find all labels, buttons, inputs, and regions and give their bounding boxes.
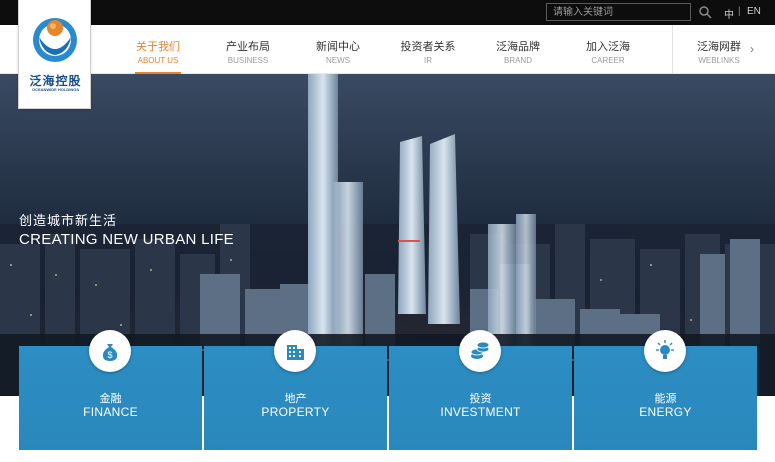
lang-separator: | (738, 6, 741, 17)
oceanwide-logo-icon (33, 18, 77, 62)
card-title-en: FINANCE (83, 405, 138, 419)
nav-label-en: WEBLINKS (698, 56, 740, 65)
card-title-cn: 金融 (99, 393, 122, 405)
nav-label-cn: 新闻中心 (316, 41, 360, 53)
nav-label-cn: 关于我们 (136, 41, 180, 53)
card-title-cn: 投资 (469, 393, 492, 405)
hero-slogan-cn: 创造城市新生活 (19, 213, 118, 228)
hero-slogan-en: CREATING NEW URBAN LIFE (19, 231, 234, 248)
nav-label-en: NEWS (326, 56, 350, 65)
card-title-en: INVESTMENT (440, 405, 521, 419)
nav-label-en: ABOUT US (137, 56, 179, 65)
nav-label-en: BUSINESS (227, 56, 269, 65)
logo-text-en: OCEANWIDE HOLDINGS (31, 87, 80, 92)
nav-label-cn: 加入泛海 (586, 41, 630, 53)
nav-label-en: BRAND (503, 56, 532, 65)
top-bar: 中 | EN (0, 0, 775, 25)
logo[interactable]: 泛海控股 OCEANWIDE HOLDINGS (18, 0, 91, 109)
card-investment[interactable]: 投资 INVESTMENT (389, 330, 572, 450)
lightbulb-icon (644, 330, 686, 372)
building-icon (274, 330, 316, 372)
main-nav: 关于我们 ABOUT US 产业布局 BUSINESS 新闻中心 NEWS 投资… (0, 25, 775, 74)
card-title-en: PROPERTY (261, 405, 330, 419)
card-finance[interactable]: $ 金融 FINANCE (19, 330, 202, 450)
lang-en-link[interactable]: EN (747, 6, 761, 17)
coins-icon (459, 330, 501, 372)
nav-item-about[interactable]: 关于我们 ABOUT US (113, 25, 203, 74)
nav-label-cn: 产业布局 (226, 41, 270, 53)
card-title-cn: 能源 (654, 393, 677, 405)
card-title-cn: 地产 (284, 393, 307, 405)
nav-item-business[interactable]: 产业布局 BUSINESS (203, 25, 293, 74)
card-property[interactable]: 地产 PROPERTY (204, 330, 387, 450)
svg-text:$: $ (107, 350, 112, 360)
card-title-en: ENERGY (639, 405, 692, 419)
chevron-right-icon[interactable]: › (750, 42, 754, 56)
page-bottom (0, 450, 775, 462)
card-energy[interactable]: 能源 ENERGY (574, 330, 757, 450)
lang-zh-link[interactable]: 中 (724, 6, 734, 21)
nav-label-cn: 泛海品牌 (496, 41, 540, 53)
nav-item-career[interactable]: 加入泛海 CAREER (563, 25, 653, 74)
nav-item-ir[interactable]: 投资者关系 IR (383, 25, 473, 74)
nav-item-news[interactable]: 新闻中心 NEWS (293, 25, 383, 74)
money-bag-icon: $ (89, 330, 131, 372)
nav-label-en: IR (424, 56, 432, 65)
nav-label-cn: 投资者关系 (400, 41, 456, 53)
search-input[interactable] (546, 3, 691, 21)
nav-divider (672, 25, 673, 74)
nav-item-brand[interactable]: 泛海品牌 BRAND (473, 25, 563, 74)
search-icon[interactable] (698, 5, 712, 19)
nav-label-en: CAREER (591, 56, 625, 65)
